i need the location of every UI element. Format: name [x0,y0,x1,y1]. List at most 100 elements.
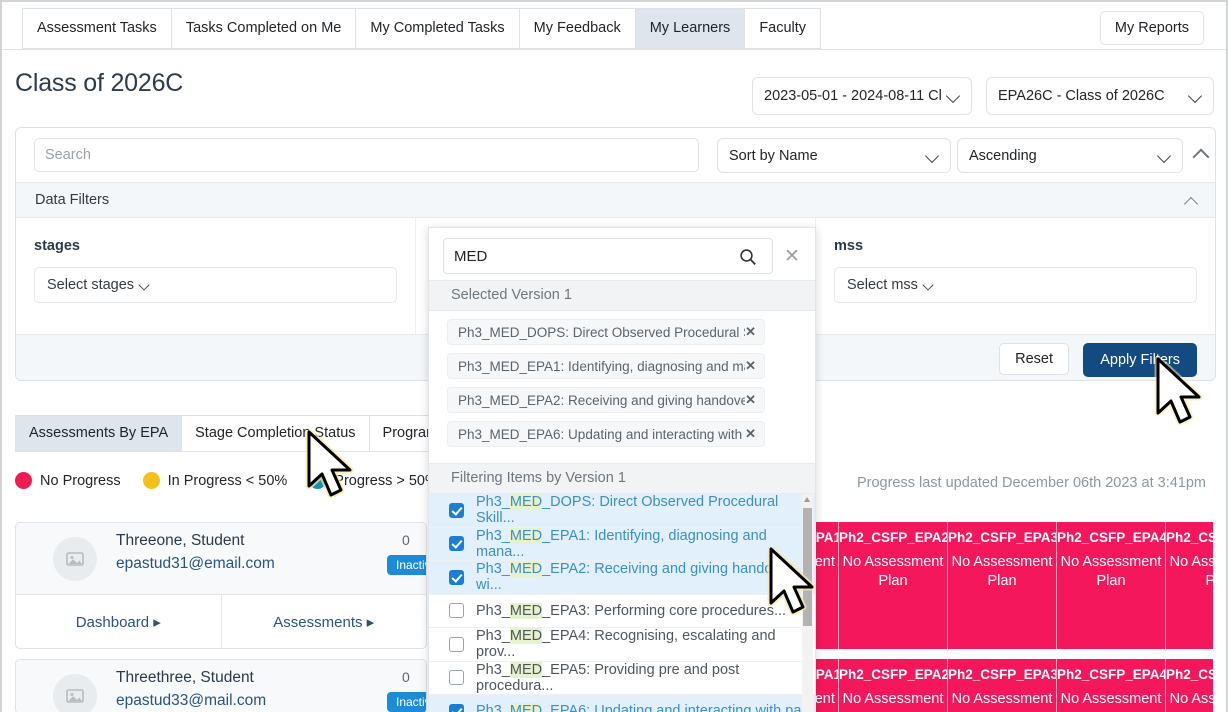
student-email[interactable]: epastud33@mail.com [116,692,266,710]
option-ph3-med-epa2[interactable]: Ph3_MED_EPA2: Receiving and giving hando… [429,561,815,595]
tab-my-feedback[interactable]: My Feedback [519,8,636,49]
filter-label-stages: stages [34,238,80,254]
option-highlight: MED [509,602,543,619]
matrix-cell[interactable]: Ph2_CSFP_EPA3 No Assessment [948,659,1057,712]
sort-by-value: Sort by Name [729,147,818,164]
option-prefix: Ph3_ [476,703,510,712]
med-search-input[interactable] [443,238,773,274]
selected-version-section-label: Selected Version 1 [429,280,815,311]
matrix-cell-code: Ph2_CSFP_EPA3 [948,667,1057,682]
scroll-up-arrow-icon[interactable] [804,497,810,502]
checkbox[interactable] [449,536,464,552]
selected-chip: Ph3_MED_EPA6: Updating and interacting w… [447,421,765,447]
collapse-search-chevron-up-icon[interactable] [1192,144,1212,164]
matrix-cell[interactable]: Ph2_CSFP_EPA4 No Assessment Plan [1057,522,1166,649]
remove-chip-close-icon[interactable]: ✕ [745,426,756,442]
matrix-cell-status: No Assessment [1169,691,1213,707]
chevron-up-icon[interactable] [1184,194,1200,210]
student-name: Threethree, Student [116,669,254,686]
checkbox[interactable] [449,603,464,619]
mss-select[interactable]: Select mss [834,267,1197,303]
chart-tab-stage-completion-status[interactable]: Stage Completion Status [182,415,370,452]
matrix-cell[interactable]: Ph2_CSFP_EPA2 No Assessment [839,659,948,712]
scrollbar-thumb[interactable] [803,508,812,626]
legend-item-in-progress-lt-50: In Progress < 50% [142,472,287,489]
option-prefix: Ph3_ [476,602,510,619]
matrix-cell-status: No Assessment [1060,691,1162,707]
assessment-matrix-row: Ph2_CSFP_EPA1 No Assessment Ph2_CSFP_EPA… [792,659,1213,712]
tab-assessment-tasks[interactable]: Assessment Tasks [22,8,172,49]
option-ph3-med-dops[interactable]: Ph3_MED_DOPS: Direct Observed Procedural… [429,494,815,528]
checkbox[interactable] [449,502,464,518]
checkbox[interactable] [449,670,464,686]
page-title: Class of 2026C [15,69,184,97]
option-prefix: Ph3_ [476,527,510,544]
list-item: Threeone, Student epastud31@email.com 0 … [15,522,427,649]
option-ph3-med-epa6[interactable]: Ph3_MED_EPA6: Updating and interacting w… [429,695,815,712]
matrix-cell[interactable]: Ph2_CSFP_EPA4 No Assessment [1057,659,1166,712]
search-input[interactable] [34,138,699,172]
sort-direction-select[interactable]: Ascending [957,138,1183,173]
option-ph3-med-epa3[interactable]: Ph3_MED_EPA3: Performing core procedures… [429,594,815,628]
chip-label: Ph3_MED_EPA6: Updating and interacting w… [458,426,746,442]
legend-dot-icon [15,472,32,489]
matrix-cell[interactable]: Ph2_CSFP_EPA5 No Assessment Plan [1166,522,1213,649]
chart-tab-assessments-by-epa[interactable]: Assessments By EPA [15,415,183,452]
status-badge: Inactive [387,692,426,712]
legend-dot-icon [142,472,160,489]
matrix-cell[interactable]: Ph2_CSFP_EPA5 No Assessment [1166,659,1213,712]
option-ph3-med-epa4[interactable]: Ph3_MED_EPA4: Recognising, escalating an… [429,628,815,662]
filter-label-mss: mss [834,238,864,254]
legend-dot-icon [309,472,327,489]
avatar [53,674,97,712]
remove-chip-close-icon[interactable]: ✕ [745,324,756,340]
apply-filters-button[interactable]: Apply Filters [1083,343,1197,377]
data-filters-header[interactable]: Data Filters [16,182,1215,218]
option-highlight: MED [509,561,543,578]
tab-faculty[interactable]: Faculty [745,8,822,49]
student-name: Threeone, Student [116,532,245,549]
student-email[interactable]: epastud31@email.com [116,555,275,573]
date-range-select[interactable]: 2023-05-01 - 2024-08-11 Cl [752,77,972,115]
matrix-cell-code: Ph2_CSFP_EPA2 [839,667,948,682]
remove-chip-close-icon[interactable]: ✕ [745,358,756,374]
option-prefix: Ph3_ [476,494,510,511]
remove-chip-close-icon[interactable]: ✕ [745,392,756,408]
tab-my-completed-tasks[interactable]: My Completed Tasks [356,8,520,49]
checkbox[interactable] [449,703,464,712]
option-suffix: _EPA6: Updating and interacting with pa.… [542,703,814,712]
reset-button[interactable]: Reset [999,343,1069,375]
clear-search-close-icon[interactable]: ✕ [784,247,800,266]
option-list-scrollbar[interactable] [802,494,813,712]
dashboard-link[interactable]: Dashboard ▸ [16,595,222,648]
option-prefix: Ph3_ [476,561,510,578]
tab-my-learners[interactable]: My Learners [635,8,746,49]
image-placeholder-icon [66,552,84,566]
selected-chip-list: Ph3_MED_DOPS: Direct Observed Procedural… [429,311,815,463]
med-search-row: ✕ [429,228,815,280]
assessments-link[interactable]: Assessments ▸ [222,595,427,648]
matrix-cell-status: No Assessment Plan [951,554,1053,589]
matrix-cell[interactable]: Ph2_CSFP_EPA3 No Assessment Plan [948,522,1057,649]
matrix-cell[interactable]: Ph2_CSFP_EPA2 No Assessment Plan [839,522,948,649]
checkbox[interactable] [449,569,464,585]
status-badge: Inactive [387,555,426,575]
matrix-cell-code: Ph2_CSFP_EPA5 [1166,530,1213,545]
stages-select[interactable]: Select stages [34,267,397,303]
med-option-list: Ph3_MED_DOPS: Direct Observed Procedural… [429,494,815,712]
checkbox[interactable] [449,636,464,652]
matrix-cell-status: No Assessment Plan [1169,554,1213,589]
option-ph3-med-epa1[interactable]: Ph3_MED_EPA1: Identifying, diagnosing an… [429,527,815,561]
tab-tasks-completed-on-me[interactable]: Tasks Completed on Me [171,8,357,49]
search-icon[interactable] [739,248,757,269]
option-ph3-med-epa5[interactable]: Ph3_MED_EPA5: Providing pre and post pro… [429,661,815,695]
search-row: Sort by Name Ascending [16,128,1215,182]
legend-item-progress-gt-50: Progress > 50% [309,472,438,489]
matrix-cell-code: Ph2_CSFP_EPA4 [1057,530,1166,545]
my-reports-button[interactable]: My Reports [1099,11,1204,45]
sort-by-select[interactable]: Sort by Name [717,138,951,173]
class-select[interactable]: EPA26C - Class of 2026C [986,77,1214,115]
matrix-cell-code: Ph2_CSFP_EPA4 [1057,667,1166,682]
chevron-down-icon [1158,149,1172,163]
filter-column-mss: mss Select mss [816,218,1215,336]
